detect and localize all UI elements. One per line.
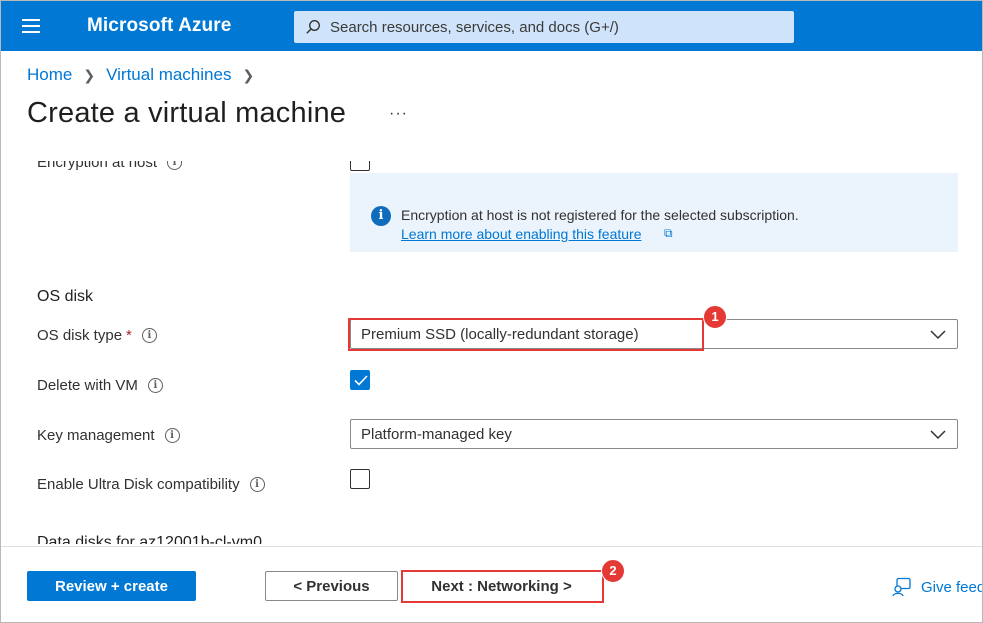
chevron-right-icon: ❯ [83, 66, 96, 83]
encryption-at-host-label: Encryption at host [37, 161, 158, 171]
portal-window: Microsoft Azure Home ❯ Virtual machines … [0, 0, 983, 623]
delete-with-vm-checkbox[interactable] [350, 370, 370, 390]
info-icon[interactable]: i [141, 328, 157, 343]
delete-with-vm-row: Delete with VM i [37, 377, 163, 394]
more-options-icon[interactable]: ··· [389, 105, 408, 123]
feedback-icon [892, 577, 911, 597]
ultra-disk-checkbox[interactable] [350, 469, 370, 489]
ultra-disk-row: Enable Ultra Disk compatibility i [37, 476, 265, 493]
chevron-down-icon [930, 330, 946, 340]
callout-badge-2: 2 [601, 559, 625, 583]
encryption-info-box: i Encryption at host is not registered f… [350, 173, 958, 252]
give-feedback-label: Give feedback [921, 578, 983, 596]
wizard-footer: Review + create < Previous Next : Networ… [1, 546, 983, 622]
external-link-icon[interactable]: ⧉ [664, 226, 673, 241]
review-create-button[interactable]: Review + create [27, 571, 196, 601]
chevron-right-icon: ❯ [242, 66, 255, 83]
ultra-disk-label: Enable Ultra Disk compatibility [37, 476, 240, 493]
key-management-row: Key management i [37, 427, 180, 444]
checkmark-icon [354, 375, 368, 386]
hamburger-menu-icon[interactable] [22, 19, 40, 33]
form-content: Encryption at host i i Encryption at hos… [1, 161, 982, 544]
breadcrumb: Home ❯ Virtual machines ❯ [27, 65, 265, 85]
os-disk-type-label: OS disk type [37, 327, 123, 344]
breadcrumb-home[interactable]: Home [27, 65, 72, 85]
brand-title[interactable]: Microsoft Azure [87, 15, 231, 37]
search-input[interactable] [330, 11, 785, 43]
key-management-value: Platform-managed key [361, 426, 512, 443]
required-marker: * [126, 327, 132, 344]
encryption-at-host-checkbox[interactable] [350, 161, 370, 171]
info-message: Encryption at host is not registered for… [401, 207, 799, 223]
callout-highlight-1 [348, 318, 704, 351]
os-disk-section-title: OS disk [37, 288, 94, 305]
key-management-dropdown[interactable]: Platform-managed key [350, 419, 958, 449]
info-filled-icon: i [371, 206, 391, 226]
info-icon[interactable]: i [164, 428, 180, 443]
data-disks-section-title: Data disks for az12001b-cl-vm0 [37, 534, 262, 544]
callout-highlight-2 [401, 570, 604, 603]
encryption-at-host-row: Encryption at host i [37, 161, 183, 171]
previous-button[interactable]: < Previous [265, 571, 398, 601]
learn-more-link[interactable]: Learn more about enabling this feature [401, 226, 642, 242]
global-search[interactable] [294, 11, 794, 43]
callout-badge-1: 1 [703, 305, 727, 329]
info-icon[interactable]: i [167, 161, 183, 170]
key-management-label: Key management [37, 427, 155, 444]
breadcrumb-virtual-machines[interactable]: Virtual machines [106, 65, 231, 85]
info-icon[interactable]: i [249, 477, 265, 492]
page-title: Create a virtual machine [27, 97, 347, 129]
top-bar: Microsoft Azure [1, 1, 982, 51]
os-disk-type-row: OS disk type * i [37, 327, 157, 344]
give-feedback-link[interactable]: Give feedback [892, 577, 983, 597]
search-icon [306, 20, 320, 34]
chevron-down-icon [930, 430, 946, 440]
delete-with-vm-label: Delete with VM [37, 377, 138, 394]
info-icon[interactable]: i [147, 378, 163, 393]
